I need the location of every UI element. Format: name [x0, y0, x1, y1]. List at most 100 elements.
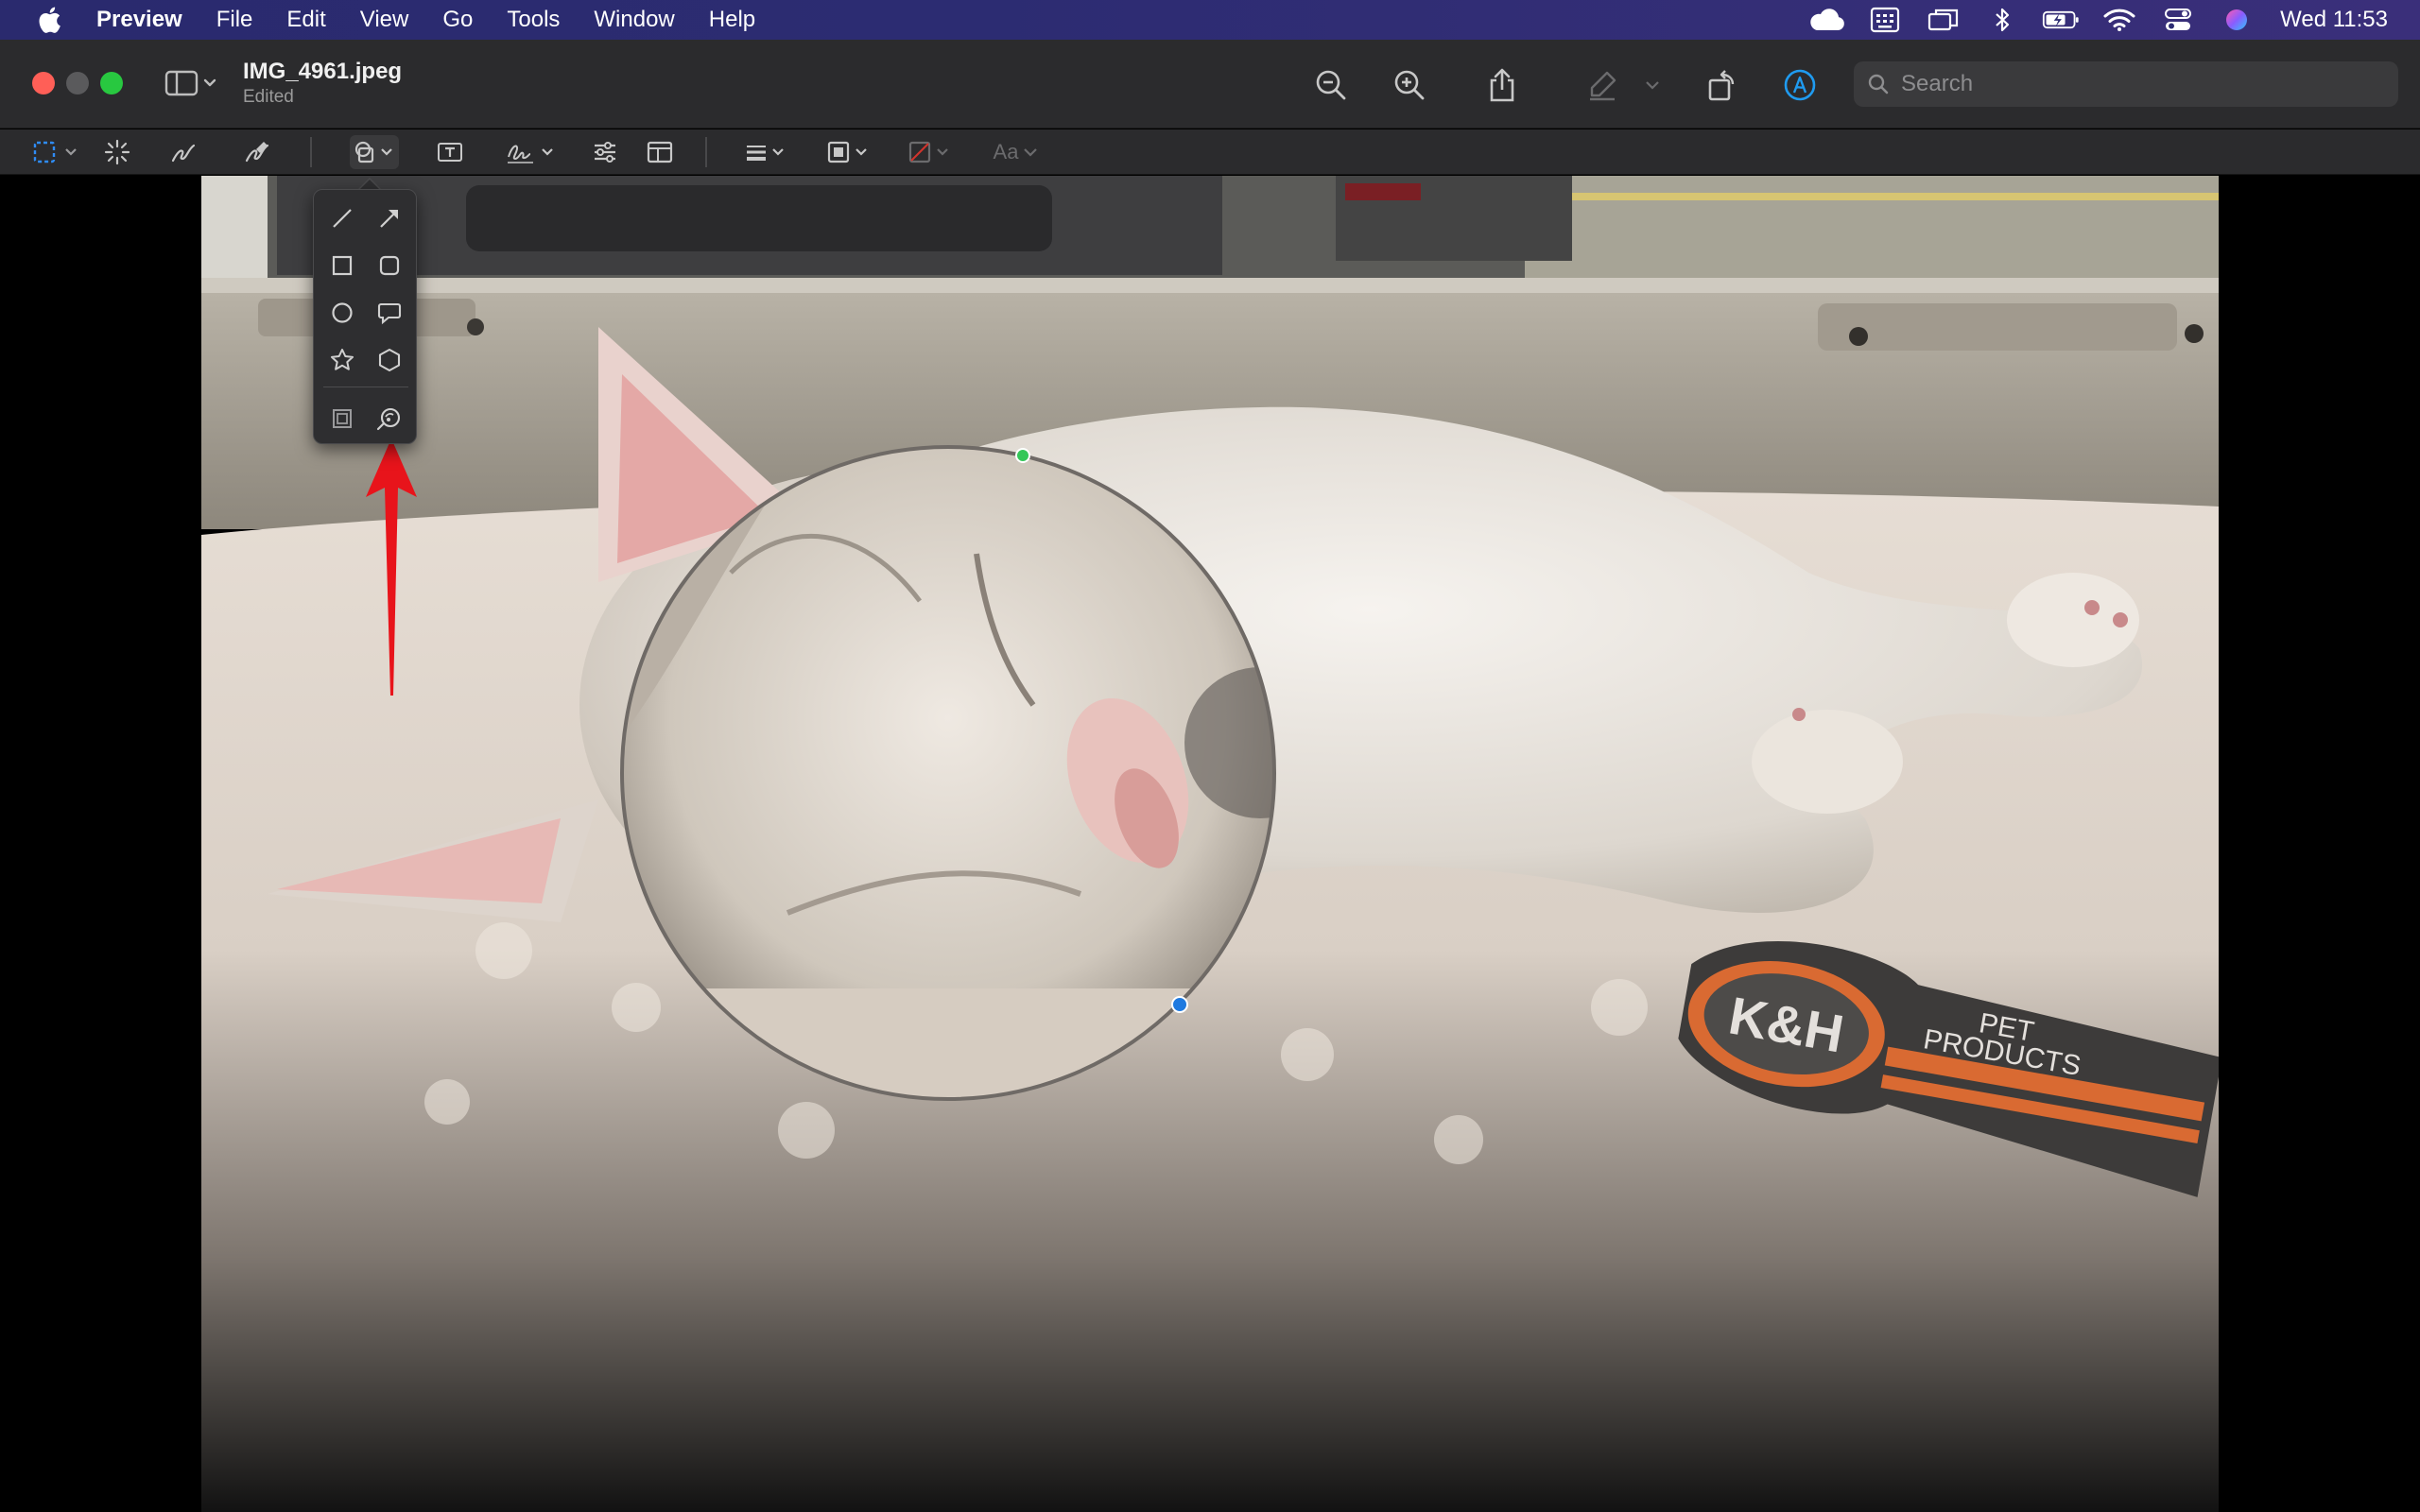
- instant-alpha-button[interactable]: [100, 135, 134, 169]
- zoom-out-icon: [1316, 70, 1346, 100]
- zoom-out-button[interactable]: [1308, 62, 1354, 108]
- adjust-color-icon: [595, 142, 615, 163]
- draw-tool-button[interactable]: [240, 135, 274, 169]
- rotate-icon: [1708, 70, 1735, 101]
- zoom-button[interactable]: [100, 72, 123, 94]
- control-center-icon[interactable]: [2159, 6, 2197, 34]
- kitten-photo: K&H PET PRODUCTS: [201, 176, 2219, 1512]
- status-area: Wed 11:53: [1787, 0, 2388, 40]
- search-input[interactable]: [1901, 71, 2355, 97]
- menu-view[interactable]: View: [360, 7, 409, 33]
- markup-icon: [1784, 69, 1816, 101]
- adjust-size-icon: [647, 141, 673, 163]
- shape-style-icon: [747, 146, 784, 161]
- menu-window[interactable]: Window: [594, 7, 674, 33]
- mask-icon: [333, 409, 352, 428]
- minimize-button[interactable]: [66, 72, 89, 94]
- line-icon: [333, 209, 352, 228]
- wifi-icon[interactable]: [2100, 6, 2138, 34]
- menu-tools[interactable]: Tools: [507, 7, 560, 33]
- text-style-button[interactable]: Aa: [991, 135, 1044, 169]
- rotate-button[interactable]: [1700, 62, 1745, 108]
- chevron-down-icon: [1646, 81, 1659, 90]
- highlight-options-button[interactable]: [1638, 62, 1667, 108]
- text-icon: [438, 143, 462, 162]
- keyboard-viewer-icon[interactable]: [1866, 6, 1904, 34]
- rounded-rectangle-shape-button[interactable]: [371, 247, 408, 284]
- hexagon-shape-button[interactable]: [371, 341, 408, 379]
- speech-bubble-shape-button[interactable]: [371, 294, 408, 332]
- zoom-in-button[interactable]: [1387, 62, 1432, 108]
- siri-icon[interactable]: [2218, 6, 2256, 34]
- adjust-color-button[interactable]: [588, 135, 622, 169]
- sidebar-icon: [164, 70, 216, 96]
- highlight-button[interactable]: [1580, 62, 1625, 108]
- highlight-icon: [1590, 71, 1616, 101]
- window-toolbar: IMG_4961.jpeg Edited: [0, 40, 2420, 129]
- arrow-icon: [380, 210, 398, 228]
- oval-icon: [332, 302, 353, 323]
- fill-color-button[interactable]: [908, 135, 957, 169]
- share-button[interactable]: [1479, 62, 1525, 108]
- menu-app-name[interactable]: Preview: [96, 7, 182, 33]
- text-tool-button[interactable]: [433, 135, 467, 169]
- sign-icon: [508, 145, 553, 163]
- star-shape-button[interactable]: [323, 341, 361, 379]
- loupe-size-handle[interactable]: [1015, 448, 1030, 463]
- share-icon: [1490, 68, 1514, 102]
- arrow-shape-button[interactable]: [371, 199, 408, 237]
- loupe-magnification-handle[interactable]: [1171, 996, 1188, 1013]
- markup-button[interactable]: [1777, 62, 1823, 108]
- hexagon-icon: [378, 348, 401, 372]
- border-color-icon: [827, 141, 867, 163]
- rounded-rectangle-icon: [379, 255, 400, 276]
- selection-tool-button[interactable]: [32, 135, 81, 169]
- battery-icon[interactable]: [2042, 6, 2080, 34]
- sidebar-toggle-button[interactable]: [164, 64, 221, 102]
- apple-icon[interactable]: [36, 6, 62, 34]
- rectangle-shape-button[interactable]: [323, 247, 361, 284]
- markup-toolbar: Aa: [0, 129, 2420, 175]
- shapes-icon: [354, 141, 392, 163]
- shapes-popover: [313, 189, 417, 444]
- text-style-label: Aa: [993, 140, 1019, 163]
- loupe-shape-button[interactable]: [371, 400, 408, 438]
- rectangle-icon: [332, 255, 353, 276]
- sketch-tool-button[interactable]: [166, 135, 200, 169]
- zoom-in-icon: [1394, 70, 1425, 100]
- mask-shape-button[interactable]: [323, 400, 361, 438]
- menu-edit[interactable]: Edit: [286, 7, 325, 33]
- speech-bubble-icon: [377, 302, 402, 325]
- border-color-button[interactable]: [826, 135, 875, 169]
- close-button[interactable]: [32, 72, 55, 94]
- menu-go[interactable]: Go: [442, 7, 473, 33]
- loupe-icon: [376, 407, 401, 431]
- document-status: Edited: [243, 87, 294, 107]
- adjust-size-button[interactable]: [643, 135, 677, 169]
- toolbar-divider: [705, 137, 707, 167]
- icloud-icon[interactable]: [1807, 6, 1845, 34]
- menu-clock[interactable]: Wed 11:53: [2280, 7, 2388, 33]
- document-title[interactable]: IMG_4961.jpeg: [243, 59, 402, 85]
- menu-bar: Preview File Edit View Go Tools Window H…: [0, 0, 2420, 40]
- search-icon: [1868, 74, 1889, 94]
- menu-help[interactable]: Help: [709, 7, 755, 33]
- search-field[interactable]: [1854, 61, 2398, 107]
- menu-file[interactable]: File: [216, 7, 253, 33]
- line-shape-button[interactable]: [323, 199, 361, 237]
- chevron-down-icon: [1024, 148, 1038, 157]
- star-icon: [331, 349, 354, 370]
- shapes-tool-button[interactable]: [350, 135, 399, 169]
- screen-mirroring-icon[interactable]: [1925, 6, 1962, 34]
- sign-tool-button[interactable]: [505, 135, 560, 169]
- draw-icon: [245, 142, 269, 163]
- document-image[interactable]: K&H PET PRODUCTS: [201, 176, 2219, 1512]
- oval-shape-button[interactable]: [323, 294, 361, 332]
- toolbar-divider: [310, 137, 312, 167]
- sketch-icon: [171, 144, 196, 163]
- shape-style-button[interactable]: [743, 135, 792, 169]
- rectangular-selection-icon: [33, 141, 77, 163]
- bluetooth-icon[interactable]: [1983, 6, 2021, 34]
- fill-color-icon: [908, 141, 948, 163]
- instant-alpha-icon: [104, 139, 130, 165]
